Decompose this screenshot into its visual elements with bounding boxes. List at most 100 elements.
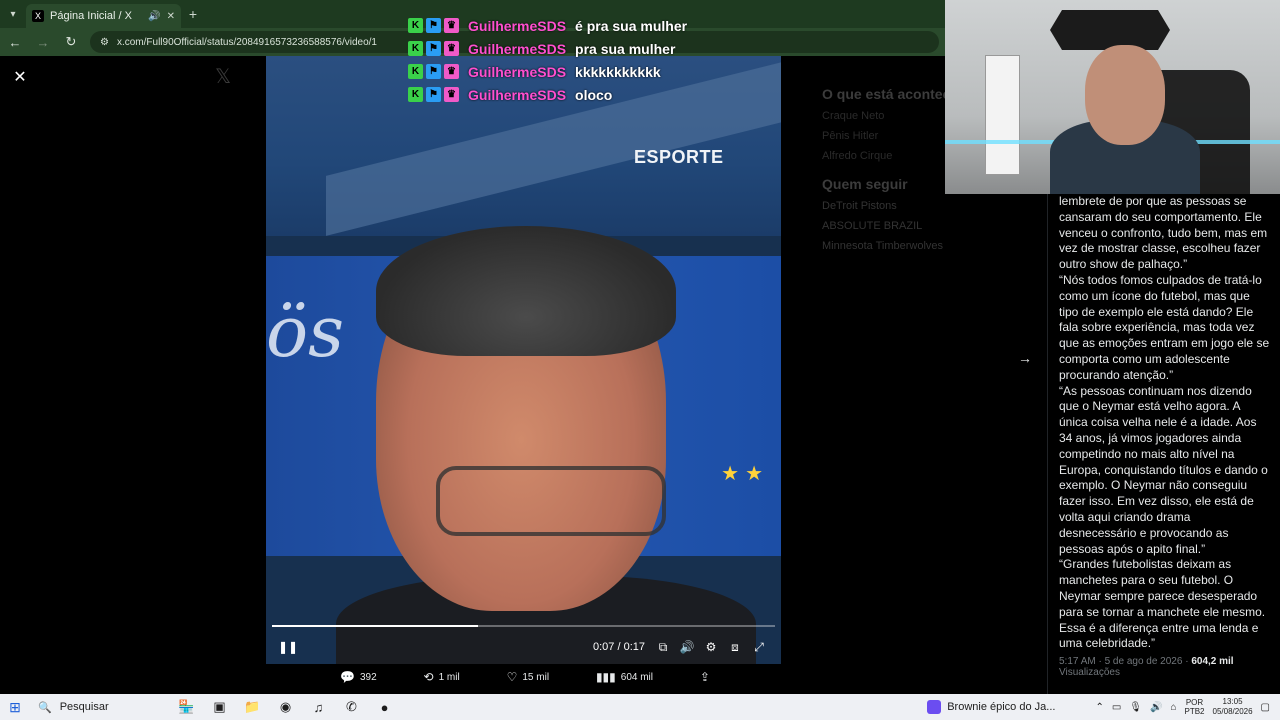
analytics-icon: ▮▮▮: [595, 670, 616, 684]
media-app-icon: [927, 700, 942, 714]
hexagon-lights: [1050, 10, 1170, 50]
new-tab-button[interactable]: +: [181, 6, 205, 22]
repost-icon: ⟲: [423, 670, 434, 684]
x-favicon-icon: X: [32, 10, 44, 22]
tab-close-icon[interactable]: ✕: [167, 11, 175, 22]
video-scene-logo: ös: [266, 291, 345, 373]
windows-start-icon[interactable]: ⊞: [0, 699, 30, 716]
chat-message: K ⚑ ♛ GuilhermeSDS pra sua mulher: [408, 37, 687, 60]
chat-text: oloco: [575, 86, 613, 103]
badge-runner-icon: ⚑: [426, 64, 441, 79]
clock-date: 05/08/2026: [1212, 707, 1253, 716]
video-controls: ❚❚ 0:07 / 0:17 ⧉ 🔊 ⚙ ⧈ ⤢: [266, 634, 781, 660]
like-count: 15 mil: [522, 671, 550, 683]
reply-count: 392: [359, 671, 377, 683]
settings-gear-icon[interactable]: ⚙: [699, 640, 723, 654]
chat-message: K ⚑ ♛ GuilhermeSDS oloco: [408, 83, 687, 106]
video-time: 0:07 / 0:17: [593, 641, 645, 653]
chat-username: GuilhermeSDS: [468, 17, 567, 34]
chat-message: K ⚑ ♛ GuilhermeSDS é pra sua mulher: [408, 14, 687, 37]
reload-icon[interactable]: ↻: [62, 34, 80, 50]
taskbar-search[interactable]: 🔍 Pesquisar: [30, 701, 170, 714]
next-arrow-icon[interactable]: →: [1018, 350, 1032, 366]
lang-top: POR: [1185, 698, 1204, 707]
video-progress-bar[interactable]: [272, 625, 775, 627]
video-overlay-text: ESPORTE: [634, 147, 724, 167]
post-meta: 5:17 AM · 5 de ago de 2026 · 604,2 mil V…: [1059, 656, 1270, 678]
search-label: Pesquisar: [59, 701, 109, 713]
follow-item[interactable]: Minnesota Timberwolves: [822, 240, 1022, 252]
clock-time: 13:05: [1222, 697, 1243, 706]
badge-k-icon: K: [408, 41, 423, 56]
picture-in-picture-icon[interactable]: ⧈: [723, 640, 747, 655]
chrome-icon[interactable]: ◉: [269, 695, 302, 719]
captions-icon[interactable]: ⧉: [651, 640, 675, 655]
media-title: Brownie épico do Ja...: [947, 701, 1056, 713]
widgets-icon[interactable]: 🏪: [170, 695, 203, 719]
post-view-count: 604,2 mil: [1191, 656, 1234, 668]
media-widget[interactable]: Brownie épico do Ja...: [927, 700, 1055, 714]
video-person-glasses: [436, 466, 666, 536]
reply-button[interactable]: 💬 392: [340, 670, 377, 684]
chat-text: kkkkkkkkkkk: [575, 63, 661, 80]
like-button[interactable]: ♡ 15 mil: [507, 670, 549, 684]
shelf: [985, 55, 1020, 175]
obs-icon[interactable]: ●: [368, 695, 401, 719]
forward-icon[interactable]: →: [34, 35, 52, 50]
video-scene-stars: ★★: [721, 463, 769, 485]
spotify-icon[interactable]: ♫: [302, 695, 335, 719]
badge-k-icon: K: [408, 64, 423, 79]
language-indicator[interactable]: POR PTB2: [1184, 698, 1204, 716]
whatsapp-icon[interactable]: ✆: [335, 695, 368, 719]
search-icon: 🔍: [38, 701, 52, 714]
site-settings-icon[interactable]: ⚙: [100, 37, 109, 48]
badge-crown-icon: ♛: [444, 87, 459, 102]
file-explorer-icon[interactable]: 📁: [236, 695, 269, 719]
repost-button[interactable]: ⟲ 1 mil: [424, 670, 460, 684]
badge-crown-icon: ♛: [444, 64, 459, 79]
video-player[interactable]: ös ★★ ESPORTE ❚❚ 0:07 / 0:17 ⧉ 🔊 ⚙ ⧈ ⤢: [266, 56, 781, 664]
task-view-icon[interactable]: ▣: [203, 695, 236, 719]
share-button[interactable]: ⇪: [700, 670, 710, 684]
follow-item[interactable]: DeTroit Pistons: [822, 200, 1022, 212]
clock[interactable]: 13:05 05/08/2026: [1213, 697, 1253, 717]
video-person-hair: [376, 226, 676, 356]
network-icon[interactable]: ⌂: [1170, 702, 1176, 713]
system-tray: ⌃ ▭ 🎙 🔊 ⌂ POR PTB2 13:05 05/08/2026 ▢: [1095, 697, 1280, 717]
chat-message: K ⚑ ♛ GuilhermeSDS kkkkkkkkkkk: [408, 60, 687, 83]
lang-bottom: PTB2: [1184, 707, 1205, 716]
back-icon[interactable]: ←: [6, 35, 24, 50]
tray-overflow-icon[interactable]: ⌃: [1095, 702, 1103, 713]
badge-k-icon: K: [408, 18, 423, 33]
post-views-label: Visualizações: [1059, 667, 1120, 679]
engagement-bar: 💬 392 ⟲ 1 mil ♡ 15 mil ▮▮▮ 604 mil ⇪: [340, 666, 710, 688]
x-logo-icon: 𝕏: [215, 66, 232, 88]
heart-icon: ♡: [506, 670, 518, 684]
tab-list-icon[interactable]: ▾: [0, 0, 26, 28]
streamer-face: [1085, 45, 1165, 145]
tab-audio-icon[interactable]: 🔊: [148, 11, 160, 22]
share-icon: ⇪: [699, 670, 710, 684]
badge-k-icon: K: [408, 87, 423, 102]
stream-chat-overlay: K ⚑ ♛ GuilhermeSDS é pra sua mulher K ⚑ …: [408, 14, 687, 106]
volume-icon[interactable]: 🔊: [675, 640, 699, 654]
chat-username: GuilhermeSDS: [468, 63, 567, 80]
views-count: 604 mil: [620, 671, 654, 683]
pause-icon[interactable]: ❚❚: [276, 640, 300, 654]
chat-username: GuilhermeSDS: [468, 86, 567, 103]
close-icon[interactable]: ✕: [10, 68, 30, 88]
volume-tray-icon[interactable]: 🔊: [1150, 702, 1162, 713]
browser-tab[interactable]: X Página Inicial / X 🔊 ✕: [26, 4, 181, 28]
reply-icon: 💬: [340, 670, 355, 684]
chat-text: é pra sua mulher: [575, 17, 688, 34]
views-button[interactable]: ▮▮▮ 604 mil: [596, 670, 653, 684]
fullscreen-icon[interactable]: ⤢: [747, 640, 771, 655]
badge-runner-icon: ⚑: [426, 87, 441, 102]
badge-crown-icon: ♛: [444, 18, 459, 33]
post-timestamp[interactable]: 5:17 AM · 5 de ago de 2026 ·: [1059, 656, 1191, 667]
post-text: lembrete de por que as pessoas se cansar…: [1059, 194, 1270, 651]
mic-icon[interactable]: 🎙: [1129, 702, 1142, 713]
follow-item[interactable]: ABSOLUTE BRAZIL: [822, 220, 1022, 232]
notifications-icon[interactable]: ▢: [1261, 702, 1270, 713]
camera-icon[interactable]: ▭: [1112, 702, 1121, 713]
